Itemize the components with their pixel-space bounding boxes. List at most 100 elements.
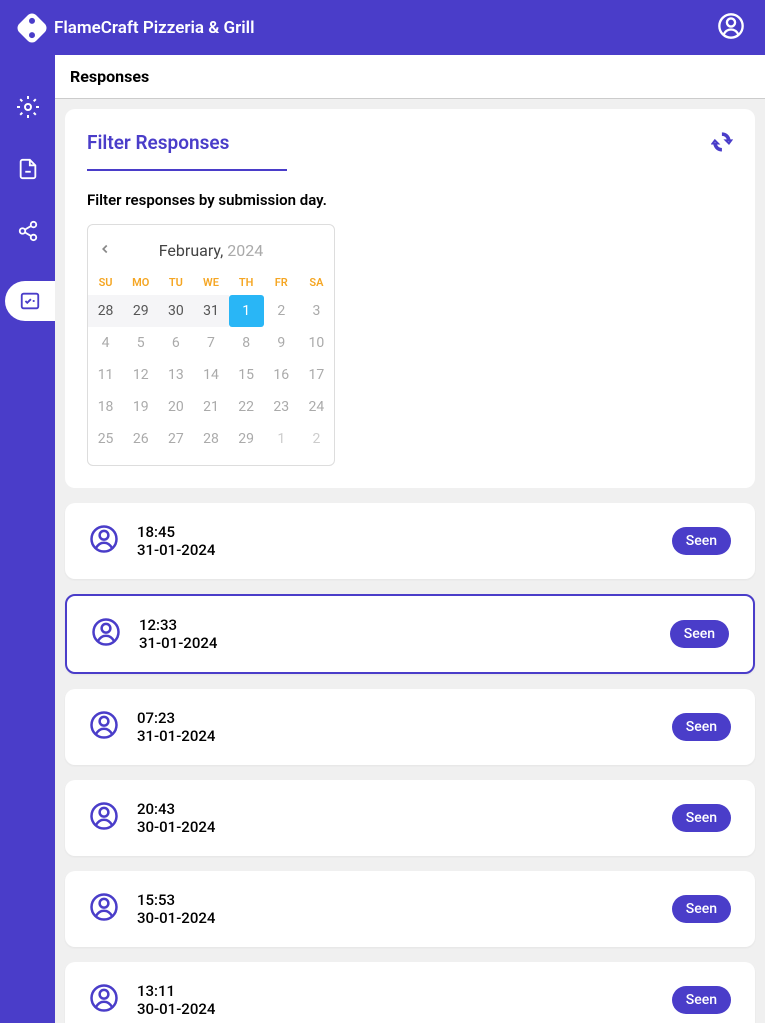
response-card[interactable]: 15:5330-01-2024 Seen: [65, 871, 755, 947]
calendar-day[interactable]: 16: [264, 359, 299, 391]
calendar-day[interactable]: 19: [123, 391, 158, 423]
response-info: 20:4330-01-2024: [137, 800, 215, 836]
calendar-day[interactable]: 18: [88, 391, 123, 423]
calendar-prev-button[interactable]: [98, 241, 112, 260]
calendar-day[interactable]: 7: [193, 327, 228, 359]
calendar-day[interactable]: 1: [229, 295, 264, 327]
calendar-day[interactable]: 25: [88, 423, 123, 455]
calendar-month-label[interactable]: February, 2024: [159, 241, 263, 260]
response-left: 18:4531-01-2024: [89, 523, 215, 559]
seen-badge[interactable]: Seen: [672, 804, 731, 832]
calendar-day[interactable]: 13: [158, 359, 193, 391]
refresh-icon: [711, 131, 733, 153]
calendar-day[interactable]: 17: [299, 359, 334, 391]
calendar-day[interactable]: 29: [229, 423, 264, 455]
sidebar-item-share[interactable]: [16, 219, 40, 243]
calendar-day[interactable]: 22: [229, 391, 264, 423]
response-card[interactable]: 18:4531-01-2024 Seen: [65, 503, 755, 579]
calendar-dow: MO: [123, 270, 158, 295]
response-left: 13:1130-01-2024: [89, 982, 215, 1018]
calendar-day[interactable]: 23: [264, 391, 299, 423]
person-icon: [89, 983, 119, 1017]
response-info: 13:1130-01-2024: [137, 982, 215, 1018]
account-icon[interactable]: [717, 12, 745, 44]
response-date: 30-01-2024: [137, 1000, 215, 1018]
calendar-year: 2024: [227, 241, 263, 260]
response-card[interactable]: 07:2331-01-2024 Seen: [65, 689, 755, 765]
response-card[interactable]: 13:1130-01-2024 Seen: [65, 962, 755, 1023]
calendar-day[interactable]: 2: [299, 423, 334, 455]
calendar-day[interactable]: 9: [264, 327, 299, 359]
calendar-day[interactable]: 30: [158, 295, 193, 327]
calendar-day[interactable]: 31: [193, 295, 228, 327]
calendar-day[interactable]: 10: [299, 327, 334, 359]
calendar-day[interactable]: 28: [193, 423, 228, 455]
response-date: 30-01-2024: [137, 818, 215, 836]
calendar-header: February, 2024: [88, 235, 334, 270]
gear-icon: [16, 95, 40, 119]
calendar-day[interactable]: 12: [123, 359, 158, 391]
seen-badge[interactable]: Seen: [672, 713, 731, 741]
response-left: 20:4330-01-2024: [89, 800, 215, 836]
calendar-dow: WE: [193, 270, 228, 295]
calendar-day[interactable]: 24: [299, 391, 334, 423]
calendar-day[interactable]: 6: [158, 327, 193, 359]
header-left: FlameCraft Pizzeria & Grill: [20, 16, 255, 40]
calendar-day[interactable]: 11: [88, 359, 123, 391]
sidebar-item-responses[interactable]: [5, 281, 55, 321]
response-date: 31-01-2024: [137, 727, 215, 745]
seen-badge[interactable]: Seen: [672, 895, 731, 923]
calendar-day[interactable]: 21: [193, 391, 228, 423]
response-date: 31-01-2024: [137, 541, 215, 559]
calendar-day[interactable]: 5: [123, 327, 158, 359]
calendar-day[interactable]: 1: [264, 423, 299, 455]
calendar-day[interactable]: 15: [229, 359, 264, 391]
checklist-icon: [19, 290, 41, 312]
calendar-dow: TU: [158, 270, 193, 295]
response-info: 07:2331-01-2024: [137, 709, 215, 745]
response-left: 07:2331-01-2024: [89, 709, 215, 745]
response-time: 12:33: [139, 616, 217, 634]
filter-title: Filter Responses: [87, 131, 287, 171]
seen-badge[interactable]: Seen: [670, 620, 729, 648]
page-header: Responses: [55, 55, 765, 99]
person-icon: [91, 617, 121, 651]
calendar-day[interactable]: 28: [88, 295, 123, 327]
response-left: 12:3331-01-2024: [91, 616, 217, 652]
calendar-grid: SUMOTUWETHFRSA28293031123456789101112131…: [88, 270, 334, 455]
main-content: Responses Filter Responses Filter respon…: [55, 55, 765, 1023]
calendar-dow: SU: [88, 270, 123, 295]
calendar-day[interactable]: 27: [158, 423, 193, 455]
sidebar: [0, 55, 55, 1023]
response-info: 12:3331-01-2024: [139, 616, 217, 652]
calendar-day[interactable]: 4: [88, 327, 123, 359]
seen-badge[interactable]: Seen: [672, 986, 731, 1014]
calendar-dow: SA: [299, 270, 334, 295]
person-icon: [89, 801, 119, 835]
response-card[interactable]: 12:3331-01-2024 Seen: [65, 594, 755, 674]
app-header: FlameCraft Pizzeria & Grill: [0, 0, 765, 55]
calendar-day[interactable]: 14: [193, 359, 228, 391]
calendar-day[interactable]: 8: [229, 327, 264, 359]
refresh-button[interactable]: [711, 131, 733, 157]
calendar-day[interactable]: 26: [123, 423, 158, 455]
sidebar-item-document[interactable]: [16, 157, 40, 181]
calendar-day[interactable]: 20: [158, 391, 193, 423]
person-icon: [89, 892, 119, 926]
calendar-day[interactable]: 2: [264, 295, 299, 327]
calendar-day[interactable]: 3: [299, 295, 334, 327]
calendar-day[interactable]: 29: [123, 295, 158, 327]
content-area: Filter Responses Filter responses by sub…: [55, 99, 765, 1023]
calendar-dow: FR: [264, 270, 299, 295]
response-card[interactable]: 20:4330-01-2024 Seen: [65, 780, 755, 856]
response-time: 13:11: [137, 982, 215, 1000]
calendar-dow: TH: [229, 270, 264, 295]
share-icon: [17, 220, 39, 242]
response-info: 15:5330-01-2024: [137, 891, 215, 927]
response-left: 15:5330-01-2024: [89, 891, 215, 927]
filter-card: Filter Responses Filter responses by sub…: [65, 109, 755, 488]
seen-badge[interactable]: Seen: [672, 527, 731, 555]
sidebar-item-settings[interactable]: [16, 95, 40, 119]
response-date: 31-01-2024: [139, 634, 217, 652]
response-time: 20:43: [137, 800, 215, 818]
